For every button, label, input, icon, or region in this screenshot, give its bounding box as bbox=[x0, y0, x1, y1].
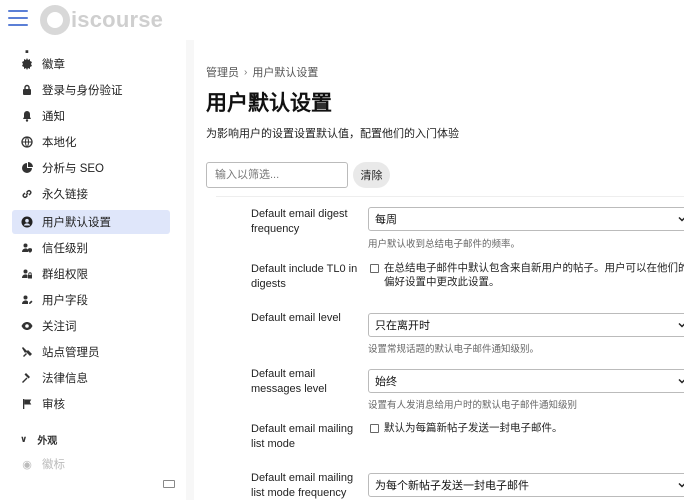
sidebar-item-logo[interactable]: ◉ 徽标 bbox=[12, 452, 170, 476]
setting-label-digest-frequency: Default email digest frequency bbox=[251, 208, 348, 235]
sidebar-item-watched-words[interactable]: 关注词 bbox=[12, 314, 170, 338]
email-level-select[interactable]: 只在离开时 bbox=[368, 313, 684, 337]
link-icon bbox=[20, 187, 34, 201]
include-tl0-checkbox[interactable] bbox=[370, 264, 379, 273]
certificate-icon bbox=[20, 57, 34, 71]
sidebar-item-permalinks[interactable]: 永久链接 bbox=[12, 182, 170, 206]
palette-icon: ◉ bbox=[22, 458, 32, 471]
top-header: iscourse bbox=[0, 0, 684, 40]
sidebar-item-moderation[interactable]: 审核 bbox=[12, 392, 170, 416]
hamburger-menu-icon[interactable] bbox=[8, 10, 28, 28]
page-title: 用户默认设置 bbox=[206, 92, 332, 115]
sidebar-item-localization[interactable]: 本地化 bbox=[12, 130, 170, 154]
filter-input[interactable] bbox=[206, 162, 348, 188]
tools-icon bbox=[20, 345, 34, 359]
bell-icon bbox=[20, 109, 34, 123]
main-content: 管理员 › 用户默认设置 用户默认设置 为影响用户的设置设置默认值，配置他们的入… bbox=[194, 40, 684, 500]
eye-icon bbox=[20, 319, 34, 333]
sidebar-item-analytics[interactable]: 分析与 SEO bbox=[12, 156, 170, 180]
sidebar-item-user-defaults[interactable]: 用户默认设置 bbox=[12, 210, 170, 234]
flag-icon bbox=[20, 397, 34, 411]
chevron-down-icon bbox=[678, 482, 684, 488]
gavel-icon bbox=[20, 371, 34, 385]
setting-label-messages-level: Default email messages level bbox=[251, 368, 327, 395]
user-shield-icon bbox=[20, 241, 34, 255]
digest-frequency-select[interactable]: 每周 bbox=[368, 207, 684, 231]
sidebar-item-legal[interactable]: 法律信息 bbox=[12, 366, 170, 390]
discourse-logo[interactable]: iscourse bbox=[40, 4, 163, 36]
globe-icon bbox=[20, 135, 34, 149]
setting-label-email-level: Default email level bbox=[251, 312, 341, 324]
messages-level-select[interactable]: 始终 bbox=[368, 369, 684, 393]
logo-text: iscourse bbox=[71, 7, 164, 32]
sidebar-item-site-admin[interactable]: 站点管理员 bbox=[12, 340, 170, 364]
page-description: 为影响用户的设置设置默认值，配置他们的入门体验 bbox=[206, 128, 459, 140]
setting-help-text: 用户默认收到总结电子邮件的频率。 bbox=[368, 239, 521, 250]
checkbox-description: 默认为每篇新帖子发送一封电子邮件。 bbox=[384, 422, 563, 434]
sidebar-gutter bbox=[186, 40, 194, 500]
sidebar-section-appearance[interactable]: ∨ 外观 bbox=[20, 432, 57, 447]
mailing-list-frequency-select[interactable]: 为每个新帖子发送一封电子邮件 bbox=[368, 473, 684, 497]
include-tl0-checkbox-row: 在总结电子邮件中默认包含来自新用户的帖子。用户可以在他们的偏好设置中更改此设置。 bbox=[368, 261, 684, 289]
sidebar-item-trust-levels[interactable]: 信任级别 bbox=[12, 236, 170, 260]
chevron-down-icon bbox=[678, 216, 684, 222]
breadcrumb-current: 用户默认设置 bbox=[252, 67, 319, 79]
chevron-right-icon: › bbox=[244, 66, 248, 78]
setting-help-text: 设置常规话题的默认电子邮件通知级别。 bbox=[368, 344, 540, 355]
logo-mark bbox=[40, 5, 70, 35]
chevron-down-icon bbox=[678, 378, 684, 384]
chevron-down-icon bbox=[678, 322, 684, 328]
checkbox-description: 在总结电子邮件中默认包含来自新用户的帖子。用户可以在他们的偏好设置中更改此设置。 bbox=[384, 262, 684, 288]
sidebar-item-group-permissions[interactable]: 群组权限 bbox=[12, 262, 170, 286]
sidebar-item-badges[interactable]: 徽章 bbox=[12, 52, 170, 76]
pie-chart-icon bbox=[20, 161, 34, 175]
sidebar-item-notifications[interactable]: 通知 bbox=[12, 104, 170, 128]
mailing-list-mode-checkbox[interactable] bbox=[370, 424, 379, 433]
user-lock-icon bbox=[20, 267, 34, 281]
clear-button[interactable]: 清除 bbox=[353, 162, 390, 188]
admin-sidebar: ▪ 徽章 登录与身份验证 通知 本地化 分析与 SEO 永久链接 用户默认设置 … bbox=[0, 40, 180, 500]
setting-label-mailing-list-mode: Default email mailing list mode bbox=[251, 423, 354, 450]
breadcrumb: 管理员 › 用户默认设置 bbox=[206, 64, 318, 80]
chevron-down-icon: ∨ bbox=[20, 434, 28, 444]
settings-list: Default email digest frequency 每周 用户默认收到… bbox=[216, 196, 684, 500]
user-circle-icon bbox=[20, 215, 34, 229]
mailing-list-mode-checkbox-row: 默认为每篇新帖子发送一封电子邮件。 bbox=[368, 421, 684, 435]
user-edit-icon bbox=[20, 293, 34, 307]
sidebar-item-login[interactable]: 登录与身份验证 bbox=[12, 78, 170, 102]
setting-label-include-tl0: Default include TL0 in digests bbox=[251, 263, 358, 290]
keyboard-icon[interactable] bbox=[163, 480, 175, 488]
lock-icon bbox=[20, 83, 34, 97]
setting-label-mailing-list-frequency: Default email mailing list mode frequenc… bbox=[251, 472, 354, 499]
setting-help-text: 设置有人发消息给用户时的默认电子邮件通知级别 bbox=[368, 400, 578, 411]
sidebar-item-user-fields[interactable]: 用户字段 bbox=[12, 288, 170, 312]
breadcrumb-admin-link[interactable]: 管理员 bbox=[206, 64, 239, 80]
